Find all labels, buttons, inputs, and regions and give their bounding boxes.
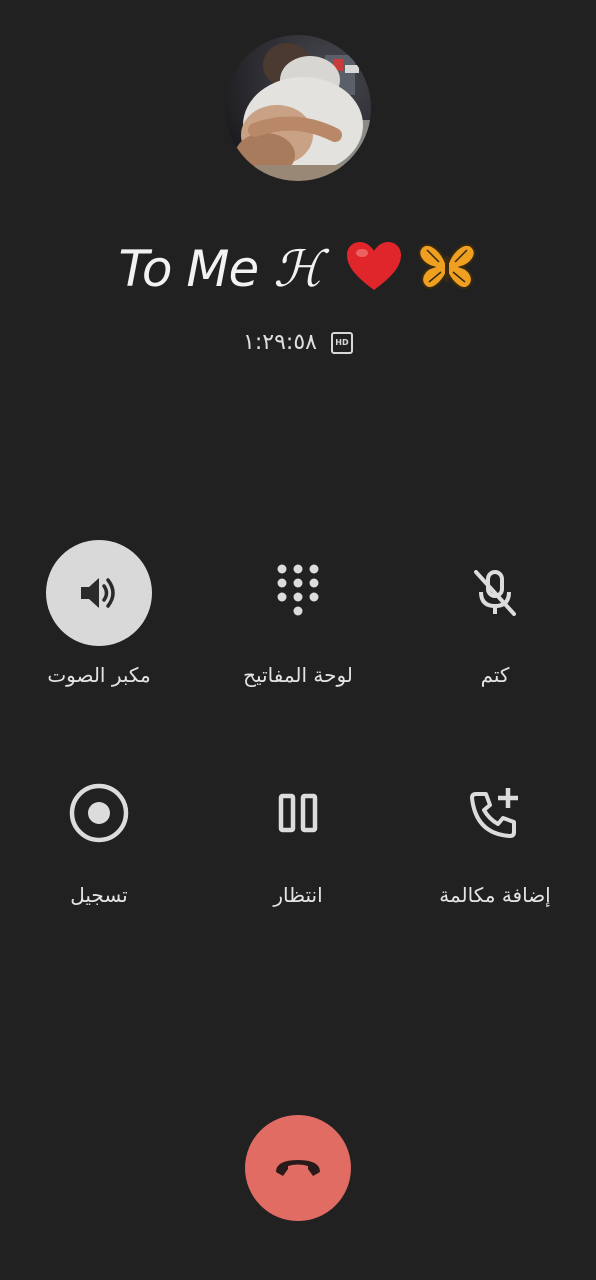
speaker-button[interactable]	[46, 540, 152, 646]
record-button[interactable]	[46, 760, 152, 866]
heart-icon	[346, 242, 401, 290]
contact-name-emoji: ❤️🦋	[337, 240, 478, 298]
mute-button[interactable]	[442, 540, 548, 646]
speaker-icon	[81, 578, 115, 608]
add-call-icon	[470, 788, 518, 838]
contact-name-script-letter: ℋ	[273, 240, 322, 298]
end-call-button[interactable]	[245, 1115, 351, 1221]
contact-name: To Me ℋ ❤️🦋	[0, 240, 596, 298]
hold-control[interactable]: انتظار	[208, 760, 388, 907]
call-timer: ١:٢٩:٥٨	[243, 330, 317, 355]
record-icon	[69, 783, 129, 843]
speaker-control[interactable]: مكبر الصوت	[9, 540, 189, 687]
hold-button[interactable]	[245, 760, 351, 866]
keypad-label: لوحة المفاتيح	[243, 663, 353, 687]
contact-avatar	[225, 35, 371, 181]
contact-name-text: To Me	[118, 240, 274, 298]
hold-label: انتظار	[273, 883, 323, 907]
keypad-button[interactable]	[245, 540, 351, 646]
pause-icon	[278, 793, 318, 833]
call-status-row: ١:٢٩:٥٨ HD	[0, 330, 596, 355]
mute-control[interactable]: كتم	[405, 540, 585, 687]
add-call-control[interactable]: إضافة مكالمة	[405, 760, 585, 907]
record-label: تسجيل	[70, 883, 128, 907]
keypad-control[interactable]: لوحة المفاتيح	[208, 540, 388, 687]
dialpad-icon	[277, 564, 319, 616]
hang-up-icon	[276, 1160, 320, 1176]
butterfly-icon	[418, 243, 477, 290]
hd-badge: HD	[330, 331, 353, 354]
add-call-label: إضافة مكالمة	[439, 883, 551, 907]
avatar-photo	[225, 35, 371, 181]
mic-off-icon	[474, 570, 516, 616]
speaker-label: مكبر الصوت	[47, 663, 151, 687]
record-control[interactable]: تسجيل	[9, 760, 189, 907]
mute-label: كتم	[480, 663, 510, 687]
add-call-button[interactable]	[442, 760, 548, 866]
